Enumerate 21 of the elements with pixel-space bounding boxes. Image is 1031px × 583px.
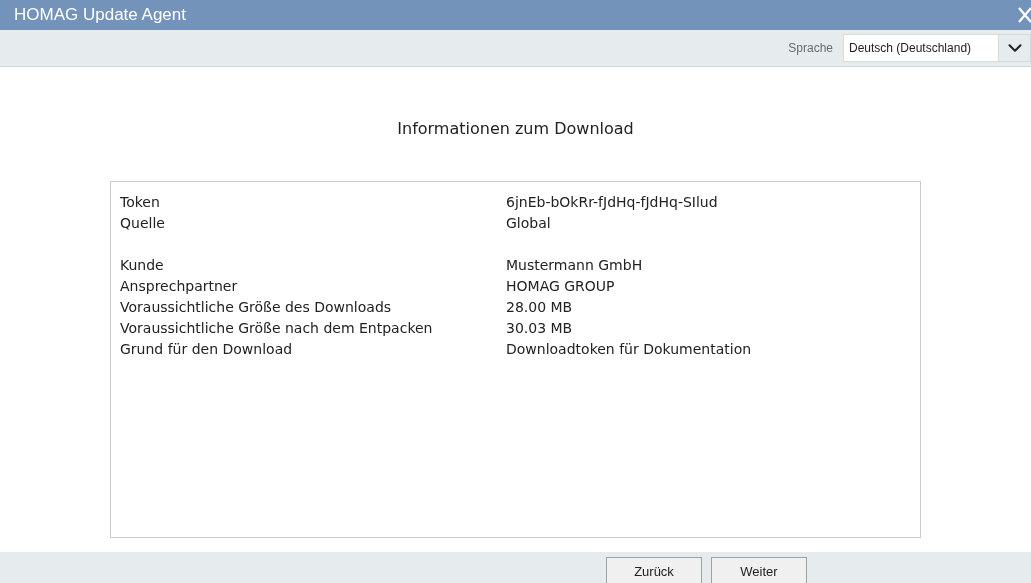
info-value: Downloadtoken für Dokumentation [506, 340, 752, 359]
page-heading: Informationen zum Download [397, 118, 634, 140]
info-value: 28.00 MB [506, 298, 573, 317]
language-dropdown[interactable]: Deutsch (Deutschland) [843, 34, 1031, 62]
info-label: Grund für den Download [120, 340, 294, 359]
info-value: Mustermann GmbH [506, 256, 643, 275]
info-label: Token [120, 193, 161, 212]
info-value: Global [506, 214, 551, 233]
nav-button[interactable]: Weiter [711, 557, 807, 583]
window-title: HOMAG Update Agent [14, 4, 186, 27]
nav-button[interactable]: Zurück [606, 557, 702, 583]
info-value: 30.03 MB [506, 319, 573, 338]
info-label: Quelle [120, 214, 166, 233]
info-label: Ansprechpartner [120, 277, 239, 296]
info-value: 6jnEb-bOkRr-fJdHq-fJdHq-SIlud [506, 193, 718, 212]
info-value: HOMAG GROUP [506, 277, 615, 296]
info-label: Kunde [120, 256, 165, 275]
close-icon[interactable] [1017, 6, 1031, 24]
language-label: Sprache [788, 40, 833, 57]
info-label: Voraussichtliche Größe nach dem Entpacken [120, 319, 434, 338]
info-label: Voraussichtliche Größe des Downloads [120, 298, 393, 317]
